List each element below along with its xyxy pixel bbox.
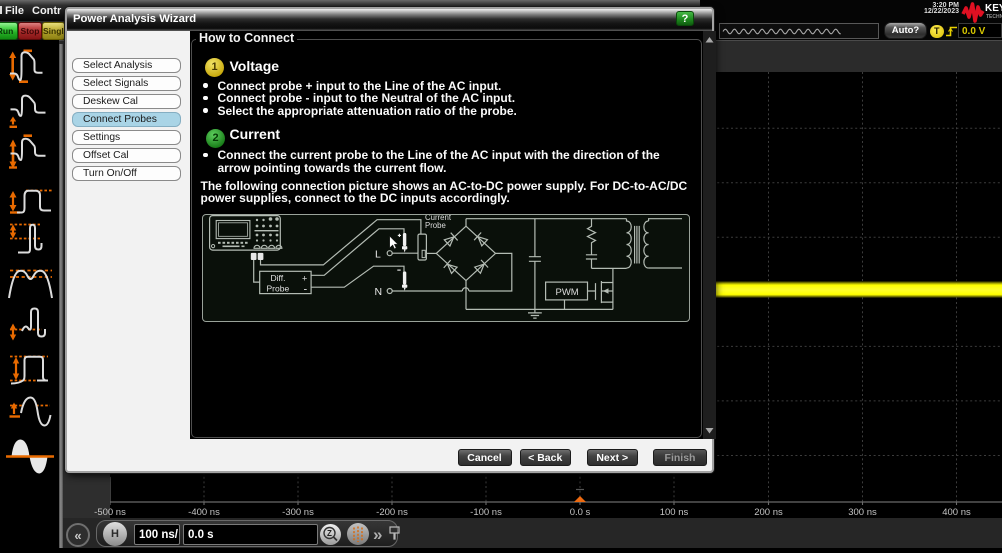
svg-text:PWM: PWM (556, 287, 579, 298)
svg-text:-: - (304, 283, 308, 295)
svg-text:L: L (375, 248, 381, 260)
svg-text:Z: Z (327, 529, 332, 538)
svg-text:+: + (302, 273, 307, 283)
svg-text:Diff.: Diff. (271, 273, 286, 283)
svg-text:Probe: Probe (267, 283, 290, 293)
svg-text:N: N (375, 286, 383, 298)
svg-text:Probe: Probe (425, 221, 446, 230)
